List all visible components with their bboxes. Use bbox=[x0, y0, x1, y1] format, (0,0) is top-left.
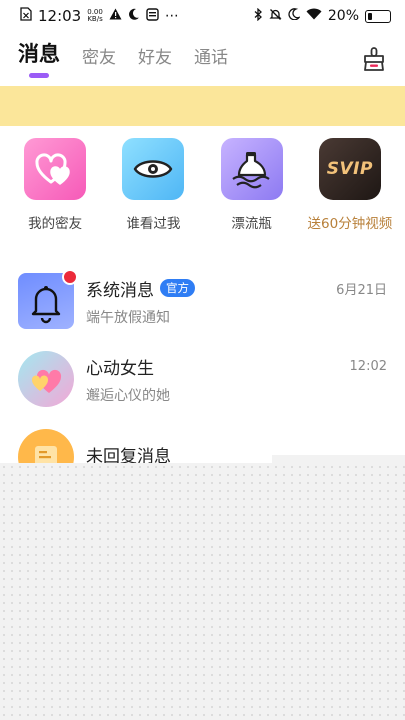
eye-icon bbox=[122, 138, 185, 200]
sim-absent-icon bbox=[20, 7, 32, 25]
quick-entry-label: 送60分钟视频 bbox=[307, 216, 393, 232]
message-time: 12:02 bbox=[349, 358, 387, 374]
warning-icon bbox=[109, 8, 122, 24]
header: 消息 密友 好友 通话 bbox=[0, 38, 405, 82]
quick-entry-who-viewed-me[interactable]: 谁看过我 bbox=[107, 138, 199, 238]
battery-percent: 20% bbox=[327, 8, 359, 24]
quick-entry-label: 漂流瓶 bbox=[231, 216, 272, 232]
clock: 12:03 bbox=[38, 7, 82, 25]
clear-unread-broom-icon[interactable] bbox=[361, 46, 387, 72]
quick-entry-drift-bottle[interactable]: 漂流瓶 bbox=[206, 138, 298, 238]
message-row-heartbeat-girls[interactable]: 心动女生 12:02 邂逅心仪的她 bbox=[0, 340, 405, 418]
network-speed-unit: KB/s bbox=[87, 15, 103, 23]
drift-bottle-icon bbox=[220, 138, 283, 200]
svip-icon-text: SVIP bbox=[326, 159, 373, 179]
message-title: 系统消息 bbox=[86, 280, 154, 301]
quick-entry-svip-video[interactable]: SVIP 送60分钟视频 bbox=[304, 138, 396, 238]
hearts-icon bbox=[24, 138, 87, 200]
message-row-system[interactable]: 系统消息 官方 6月21日 端午放假通知 bbox=[0, 262, 405, 340]
message-preview: 邂逅心仪的她 bbox=[86, 387, 170, 404]
promo-banner[interactable] bbox=[0, 86, 405, 126]
network-speed: 0.00 KB/s bbox=[87, 9, 103, 23]
quick-entries: 我的密友 谁看过我 漂流瓶 SVIP 送60分钟视频 bbox=[0, 138, 405, 238]
quick-entry-label: 我的密友 bbox=[28, 216, 83, 232]
wifi-icon bbox=[306, 8, 322, 24]
mute-bell-icon bbox=[269, 8, 282, 25]
tab-calls[interactable]: 通话 bbox=[194, 43, 228, 78]
more-notifications-icon: ⋯ bbox=[164, 8, 180, 24]
message-preview: 端午放假通知 bbox=[86, 309, 170, 326]
moon-icon bbox=[128, 8, 140, 24]
svip-icon: SVIP bbox=[318, 138, 381, 200]
dnd-moon-icon bbox=[288, 8, 301, 24]
blank-area-notch bbox=[272, 455, 405, 463]
tab-bar: 消息 密友 好友 通话 bbox=[0, 38, 405, 78]
battery-icon bbox=[365, 9, 391, 23]
quick-entry-my-close-friends[interactable]: 我的密友 bbox=[9, 138, 101, 238]
blank-area bbox=[0, 463, 405, 720]
app-notification-icon bbox=[146, 7, 159, 25]
message-time: 6月21日 bbox=[336, 282, 387, 298]
status-bar: 12:03 0.00 KB/s ⋯ 20% bbox=[0, 0, 405, 32]
heart-avatar-icon bbox=[18, 351, 74, 407]
message-title: 心动女生 bbox=[86, 358, 154, 379]
official-badge: 官方 bbox=[160, 279, 195, 297]
bell-icon bbox=[18, 269, 78, 329]
quick-entry-label: 谁看过我 bbox=[126, 216, 181, 232]
tab-friends[interactable]: 好友 bbox=[138, 43, 172, 78]
bluetooth-icon bbox=[254, 7, 263, 25]
tab-close-friends[interactable]: 密友 bbox=[82, 43, 116, 78]
unread-dot bbox=[62, 269, 78, 285]
tab-messages[interactable]: 消息 bbox=[18, 38, 60, 78]
